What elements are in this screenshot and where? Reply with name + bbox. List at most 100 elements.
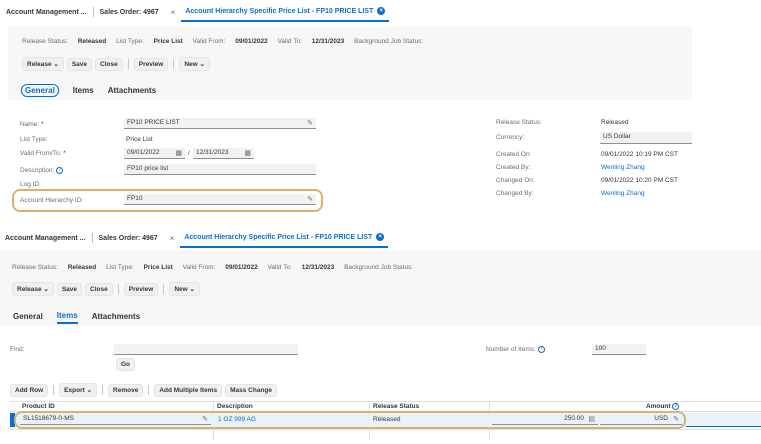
table-toolbar: Add Row Export ⌄ Remove Add Multiple Ite…: [10, 383, 278, 397]
valid-to-value: 12/31/2023: [301, 264, 335, 271]
release-button-label: Release: [17, 286, 42, 293]
product-id-field[interactable]: SL1518679-0-MS ✎: [20, 414, 211, 425]
help-icon[interactable]: ?: [537, 346, 545, 353]
tab-sales-order[interactable]: Sales Order: 4967: [94, 9, 165, 16]
number-of-items-label-text: Number of Items:: [486, 346, 536, 354]
currency-value: USD: [654, 415, 668, 422]
column-description[interactable]: Description: [217, 403, 253, 410]
help-icon[interactable]: ?: [672, 403, 680, 410]
list-type-label: List Type:: [116, 38, 144, 45]
tab-account-management[interactable]: Account Management ...: [0, 9, 93, 16]
tab-price-list[interactable]: Account Hierarchy Specific Price List - …: [180, 228, 389, 248]
export-button[interactable]: Export ⌄: [59, 383, 98, 397]
description-link[interactable]: 1 OZ 999 AG: [218, 416, 256, 423]
save-button[interactable]: Save: [66, 57, 93, 71]
list-type-field-value: Price List: [126, 136, 153, 143]
sub-tab-bar: General Items Attachments: [21, 84, 156, 97]
tab-general[interactable]: General: [13, 310, 43, 323]
close-button[interactable]: Close: [95, 57, 123, 71]
description-value: FP10 price list: [127, 165, 169, 172]
log-id-label: Log ID:: [20, 181, 41, 188]
currency-value: US Dollar: [603, 133, 631, 140]
created-on-value: 09/01/2022 10:19 PM CST: [601, 151, 678, 158]
description-label-text: Description:: [20, 167, 55, 175]
currency-field[interactable]: US Dollar: [600, 132, 692, 144]
status-line: Release Status: Released List Type: Pric…: [22, 38, 431, 45]
valid-from-field[interactable]: 09/01/2022 ▦: [124, 148, 185, 159]
save-button[interactable]: Save: [56, 282, 83, 296]
go-button[interactable]: Go: [116, 358, 136, 371]
description-field[interactable]: FP10 price list: [124, 164, 316, 175]
valid-from-date: 09/01/2022: [127, 149, 160, 156]
close-button[interactable]: Close: [85, 282, 113, 296]
preview-button[interactable]: Preview: [133, 57, 169, 71]
account-hierarchy-id-field[interactable]: FP10 ✎: [124, 194, 316, 205]
valid-from-value: 09/01/2022: [235, 38, 268, 45]
close-icon[interactable]: ×: [164, 234, 181, 243]
tab-items[interactable]: Items: [56, 309, 78, 324]
find-input[interactable]: [114, 344, 298, 355]
release-button[interactable]: Release ⌄: [12, 282, 54, 296]
action-toolbar: Release ⌄ Save Close Preview New ⌄: [12, 282, 200, 296]
background-job-label: Background Job Status:: [344, 264, 414, 271]
edit-icon[interactable]: ✎: [673, 415, 679, 423]
column-amount[interactable]: Amount ?: [646, 403, 680, 410]
table-header-top-border: [10, 401, 761, 402]
release-button[interactable]: Release ⌄: [22, 57, 64, 71]
general-tab-panel: Account Management ... Sales Order: 4967…: [0, 0, 761, 228]
tab-attachments[interactable]: Attachments: [108, 84, 156, 97]
toolbar-separator: [173, 59, 175, 69]
list-type-value: Price List: [143, 264, 173, 271]
tab-account-management[interactable]: Account Management ...: [0, 235, 92, 242]
release-status-field-value: Released: [601, 119, 629, 126]
edit-icon[interactable]: ✎: [307, 119, 313, 127]
tab-general[interactable]: General: [21, 84, 59, 97]
valid-from-label: Valid From:: [192, 38, 226, 45]
table-row-border: [10, 429, 761, 430]
toolbar-separator: [148, 385, 150, 395]
tab-attachments[interactable]: Attachments: [92, 310, 140, 323]
edit-icon[interactable]: ✎: [202, 415, 208, 423]
release-button-label: Release: [27, 61, 52, 68]
add-row-button[interactable]: Add Row: [10, 383, 49, 397]
edit-icon[interactable]: ✎: [307, 195, 313, 203]
number-of-items-value: 100: [595, 345, 606, 352]
close-tab-icon[interactable]: ×: [377, 7, 386, 15]
calculator-icon[interactable]: ▤: [588, 415, 595, 423]
calendar-icon[interactable]: ▦: [244, 149, 251, 157]
changed-by-label: Changed By:: [496, 190, 534, 197]
new-button[interactable]: New ⌄: [179, 57, 210, 71]
preview-button[interactable]: Preview: [123, 282, 159, 296]
status-line: Release Status: Released List Type: Pric…: [12, 264, 421, 271]
number-of-items-field[interactable]: 100: [592, 344, 646, 355]
close-tab-icon[interactable]: ×: [376, 233, 385, 241]
toolbar-separator: [117, 284, 119, 294]
changed-by-link[interactable]: Wenling Zhang: [601, 190, 645, 197]
tab-sales-order[interactable]: Sales Order: 4967: [93, 235, 164, 242]
column-product-id[interactable]: Product ID: [22, 403, 55, 410]
close-icon[interactable]: ×: [165, 8, 182, 17]
remove-button[interactable]: Remove: [108, 383, 144, 397]
name-field[interactable]: FP10 PRICE LIST ✎: [124, 118, 316, 129]
valid-to-field[interactable]: 12/31/2023 ▦: [193, 148, 254, 159]
amount-field[interactable]: 250.00 ▤: [492, 414, 598, 425]
find-label: Find:: [10, 346, 25, 353]
valid-to-label: Valid To:: [277, 38, 302, 45]
list-type-field-label: List Type:: [20, 136, 48, 143]
currency-field[interactable]: USD ✎: [600, 414, 682, 425]
document-tab-bar: Account Management ... Sales Order: 4967…: [0, 2, 390, 22]
new-button[interactable]: New ⌄: [169, 282, 200, 296]
list-type-value: Price List: [153, 38, 183, 45]
currency-label: Currency:: [496, 134, 525, 141]
items-tab-panel: Account Management ... Sales Order: 4967…: [0, 228, 761, 444]
document-tab-bar: Account Management ... Sales Order: 4967…: [0, 228, 389, 248]
tab-price-list[interactable]: Account Hierarchy Specific Price List - …: [181, 2, 390, 22]
add-multiple-items-button[interactable]: Add Multiple Items: [154, 383, 223, 397]
help-icon[interactable]: ?: [56, 167, 64, 174]
release-status-value: Released: [67, 264, 97, 271]
calendar-icon[interactable]: ▦: [175, 149, 182, 157]
mass-change-button[interactable]: Mass Change: [225, 383, 278, 397]
created-by-link[interactable]: Wenling Zhang: [601, 164, 645, 171]
column-release-status[interactable]: Release Status: [373, 403, 419, 410]
tab-items[interactable]: Items: [73, 84, 94, 97]
